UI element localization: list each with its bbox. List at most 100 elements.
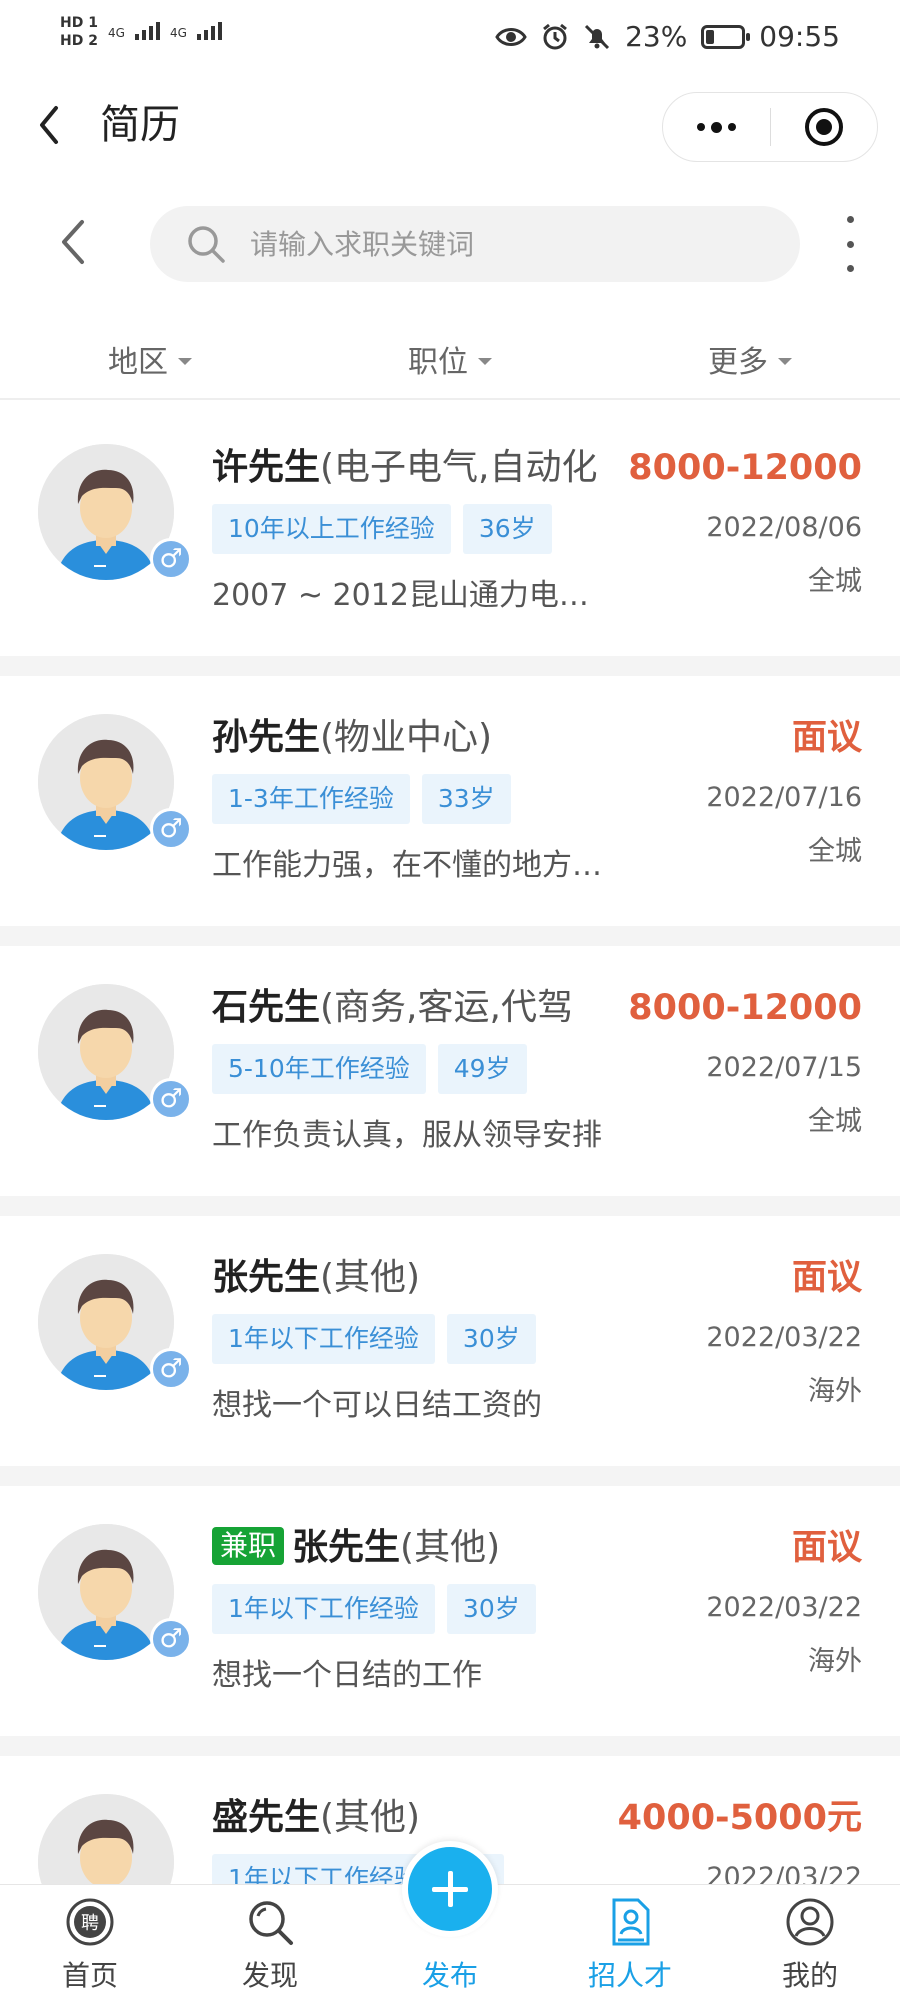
age-tag: 33岁: [421, 774, 511, 824]
experience-tag: 5-10年工作经验: [212, 1044, 426, 1094]
sim2-label: HD 2: [60, 33, 98, 49]
tab-home-glyph: 聘: [81, 1913, 99, 1934]
status-bar: HD 1 HD 2 4G 4G 23% 09:55: [0, 0, 900, 80]
resume-summary: 工作能力强，在不懂的地方虚心请教: [212, 848, 612, 883]
desired-job: (其他): [400, 1527, 501, 1568]
caret-down-icon: [778, 357, 792, 365]
candidate-name: 张先生: [212, 1257, 321, 1298]
kebab-menu-icon[interactable]: [840, 216, 860, 272]
candidate-name: 张先生: [292, 1527, 401, 1568]
filter-area[interactable]: 地区: [0, 320, 300, 398]
expected-salary: 面议: [791, 1258, 862, 1298]
resume-list: ♂ 许先生(电子电气,自动化 10年以上工作经验 36岁 2007 ~ 2012昆山通力…: [0, 406, 900, 2000]
net1-label: 4G: [108, 26, 125, 40]
caret-down-icon: [478, 357, 492, 365]
tab-mine-label: 我的: [781, 1959, 838, 1992]
mute-bell-icon: [585, 24, 610, 49]
work-area: 海外: [808, 1376, 862, 1407]
expected-salary: 面议: [791, 718, 862, 758]
title-bar: 简历: [0, 80, 900, 180]
desired-job: (其他): [320, 1797, 421, 1838]
status-right: 23% 09:55: [495, 20, 840, 53]
experience-tag: 1年以下工作经验: [212, 1314, 435, 1364]
expected-salary: 8000-12000: [628, 988, 862, 1028]
desired-job: (物业中心): [320, 717, 493, 758]
update-date: 2022/08/06: [706, 512, 862, 543]
plus-publish-icon[interactable]: [402, 1841, 498, 1937]
search-row: [0, 200, 900, 290]
tab-talent-label: 招人才: [587, 1959, 672, 1992]
male-icon: ♂: [150, 1618, 192, 1660]
eye-icon: [495, 27, 527, 46]
age-tag: 36岁: [462, 504, 552, 554]
desired-job: (商务,客运,代驾: [320, 987, 573, 1028]
tag-list: 1年以下工作经验 30岁: [212, 1314, 536, 1364]
page-title: 简历: [100, 102, 180, 148]
net2-label: 4G: [169, 26, 187, 40]
filter-position-label: 职位: [408, 345, 468, 380]
candidate-name: 孙先生: [212, 717, 321, 758]
experience-tag: 1年以下工作经验: [212, 1584, 435, 1634]
age-tag: 49岁: [437, 1044, 527, 1094]
filter-position[interactable]: 职位: [300, 320, 600, 398]
search-input[interactable]: [250, 227, 770, 261]
candidate-name: 石先生: [212, 987, 321, 1028]
resume-card[interactable]: ♂ 孙先生(物业中心) 1-3年工作经验33岁工作能力强，在不懂的地方虚心请教 面议 2…: [0, 676, 900, 946]
resume-card[interactable]: ♂ 许先生(电子电气,自动化 10年以上工作经验 36岁 2007 ~ 2012昆山通力…: [0, 406, 900, 676]
filter-more-label: 更多: [708, 345, 768, 380]
search-box[interactable]: [150, 206, 800, 282]
tag-list: 1-3年工作经验 33岁: [212, 774, 511, 824]
age-tag: 30岁: [446, 1584, 536, 1634]
resume-card[interactable]: ♂ 张先生(其他) 1年以下工作经验 30岁 想找一个可以日结工资的 面议 2022/03/…: [0, 1216, 900, 1486]
sim1-label: HD 1: [60, 15, 98, 31]
back-icon[interactable]: [30, 100, 70, 150]
tab-publish-label: 发布: [421, 1959, 478, 1992]
tab-discover-label: 发现: [241, 1959, 298, 1992]
work-area: 全城: [808, 836, 862, 867]
update-date: 2022/07/15: [706, 1052, 862, 1083]
more-menu-button[interactable]: [663, 93, 770, 161]
battery-icon: [701, 24, 751, 49]
resume-talent-icon: [612, 1898, 650, 1946]
expected-salary: 8000-12000: [628, 448, 862, 488]
expected-salary: 4000-5000元: [617, 1798, 862, 1838]
update-date: 2022/07/16: [706, 782, 862, 813]
filter-area-label: 地区: [108, 345, 168, 380]
tag-list: 5-10年工作经验 49岁: [212, 1044, 527, 1094]
age-tag: 30岁: [446, 1314, 536, 1364]
name-line: 许先生(电子电气,自动化: [212, 444, 602, 492]
clock: 09:55: [759, 20, 840, 53]
resume-summary: 想找一个日结的工作: [212, 1658, 482, 1693]
tab-publish[interactable]: 发布: [360, 1841, 540, 2000]
close-miniprogram-button[interactable]: [771, 93, 878, 161]
desired-job: (电子电气,自动化: [320, 447, 598, 488]
search-discover-icon: [249, 1901, 293, 1945]
work-area: 全城: [808, 1106, 862, 1137]
more-dots-icon: [696, 121, 736, 133]
male-icon: ♂: [150, 808, 192, 850]
experience-tag: 10年以上工作经验: [212, 504, 451, 554]
tab-home[interactable]: 聘 首页: [0, 1885, 180, 2000]
name-line: 盛先生(其他): [212, 1794, 602, 1842]
tag-list: 10年以上工作经验 36岁: [212, 504, 552, 554]
resume-card[interactable]: ♂ 兼职 张先生(其他) 1年以下工作经验 30岁 想找一个日结的工作 面议 2022/03/…: [0, 1486, 900, 1756]
battery-percent: 23%: [625, 20, 688, 53]
tag-list: 1年以下工作经验 30岁: [212, 1584, 536, 1634]
experience-tag: 1-3年工作经验: [212, 774, 410, 824]
search-back-icon[interactable]: [52, 212, 92, 272]
work-area: 全城: [808, 566, 862, 597]
name-line: 孙先生(物业中心): [212, 714, 602, 762]
recruit-home-icon: 聘: [66, 1898, 114, 1946]
tab-discover[interactable]: 发现: [180, 1885, 360, 2000]
tab-mine[interactable]: 我的: [720, 1885, 900, 2000]
resume-card[interactable]: ♂ 石先生(商务,客运,代驾 5-10年工作经验 49岁 工作负责认真，服从领导安排 80…: [0, 946, 900, 1216]
update-date: 2022/03/22: [706, 1592, 862, 1623]
miniprogram-capsule: [662, 92, 878, 162]
tab-bar: 聘 首页 发现 发布 招人才 我的: [0, 1841, 900, 2000]
filter-more[interactable]: 更多: [600, 320, 900, 398]
search-icon: [188, 226, 225, 263]
tab-talent[interactable]: 招人才: [540, 1885, 720, 2000]
target-icon: [804, 108, 843, 146]
name-line: 兼职 张先生(其他): [212, 1524, 602, 1572]
update-date: 2022/03/22: [706, 1322, 862, 1353]
